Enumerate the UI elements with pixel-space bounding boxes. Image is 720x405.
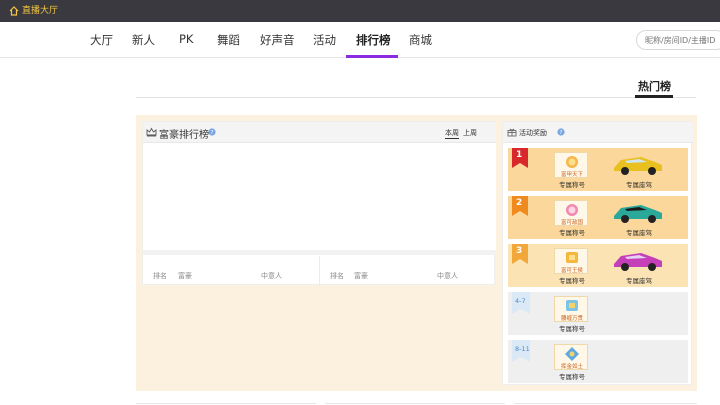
rich-board-title: 富豪排行榜 [159,130,209,141]
bottom-divider [325,403,505,404]
title-label: 专属称号 [559,325,585,333]
medal-icon [566,204,578,216]
medal-icon [565,347,579,361]
rewards-header: 活动奖励 ? [503,122,693,143]
rank-number: 3 [516,246,523,256]
title-label: 专属称号 [559,373,585,381]
tab-newbie[interactable]: 新人 [132,32,155,48]
rank-range: 8-11 [515,345,530,353]
col-favorite-left: 中意人 [261,272,282,280]
section-title[interactable]: 热门榜 [638,78,671,94]
tab-lobby[interactable]: 大厅 [90,32,113,48]
col-rank-left: 排名 [153,272,167,280]
badge-text: 腰缠万贯 [560,316,583,322]
car-icon [614,205,662,223]
reward-item-8-11: 8-11 挥金如土 专属称号 [508,340,688,383]
title-label: 专属称号 [559,181,585,189]
rich-board-body [143,143,496,250]
home-link[interactable]: 直播大厅 [9,5,58,17]
tab-last-week[interactable]: 上周 [463,128,477,138]
medal-icon [566,156,578,168]
top-bar: 直播大厅 [0,0,720,22]
rewards-title: 活动奖励 [519,129,547,137]
tab-voice[interactable]: 好声音 [260,32,295,48]
svg-text:?: ? [560,130,563,136]
svg-text:?: ? [211,130,214,136]
title-label: 专属称号 [559,277,585,285]
column-divider [319,256,320,286]
rank-number: 1 [516,150,523,160]
medal-icon [566,252,578,263]
col-rank-right: 排名 [330,272,344,280]
section-divider [136,97,696,98]
search-input[interactable] [636,30,720,50]
col-favorite-right: 中意人 [437,272,458,280]
active-tab-indicator [346,55,398,58]
tab-pk[interactable]: PK [179,32,193,46]
title-badge: 富可敌国 [554,200,588,226]
badge-text: 挥金如土 [560,364,583,370]
bottom-divider [136,403,316,404]
gift-icon [507,128,517,137]
tab-rankings[interactable]: 排行榜 [356,32,391,48]
reward-item-1: 1 富甲天下 专属称号 专属座驾 [508,148,688,191]
title-badge: 腰缠万贯 [554,296,588,322]
mount-label: 专属座驾 [626,277,652,285]
col-rich-right: 富豪 [354,272,368,280]
badge-text: 富可敌国 [560,220,583,226]
title-badge: 挥金如土 [554,344,588,370]
title-label: 专属称号 [559,229,585,237]
col-rich-left: 富豪 [178,272,192,280]
rich-board-separator [143,250,496,255]
rich-board: 富豪排行榜 ? 本周 上周 排名 富豪 中意人 排名 富豪 中意人 [142,121,496,286]
section-title-underline [635,95,673,98]
car-icon [614,157,662,175]
rewards-panel: 活动奖励 ? 1 富甲天下 专属称号 专属座驾 2 富可敌国 专属称号 专属座驾… [502,121,693,385]
reward-item-2: 2 富可敌国 专属称号 专属座驾 [508,196,688,239]
crown-icon [146,127,157,137]
tab-store[interactable]: 商城 [409,32,432,48]
reward-item-4-7: 4-7 腰缠万贯 专属称号 [508,292,688,335]
main-nav: 大厅 新人 PK 舞蹈 好声音 活动 排行榜 商城 [0,22,720,58]
home-label: 直播大厅 [22,6,59,16]
help-icon[interactable]: ? [557,128,565,136]
title-badge: 富可王侯 [554,248,588,274]
mount-label: 专属座驾 [626,181,652,189]
rich-board-header: 富豪排行榜 ? 本周 上周 [143,122,496,143]
rank-number: 2 [516,198,523,208]
badge-text: 富可王侯 [560,268,583,274]
help-icon[interactable]: ? [208,128,216,136]
rank-range: 4-7 [515,297,526,305]
tab-events[interactable]: 活动 [313,32,336,48]
car-icon [614,253,662,271]
reward-item-3: 3 富可王侯 专属称号 专属座驾 [508,244,688,287]
tab-dance[interactable]: 舞蹈 [217,32,240,48]
medal-icon [566,300,578,311]
mount-label: 专属座驾 [626,229,652,237]
tab-this-week[interactable]: 本周 [445,128,459,139]
bottom-divider [514,403,697,404]
title-badge: 富甲天下 [554,152,588,178]
badge-text: 富甲天下 [560,172,583,178]
home-icon [9,6,19,16]
